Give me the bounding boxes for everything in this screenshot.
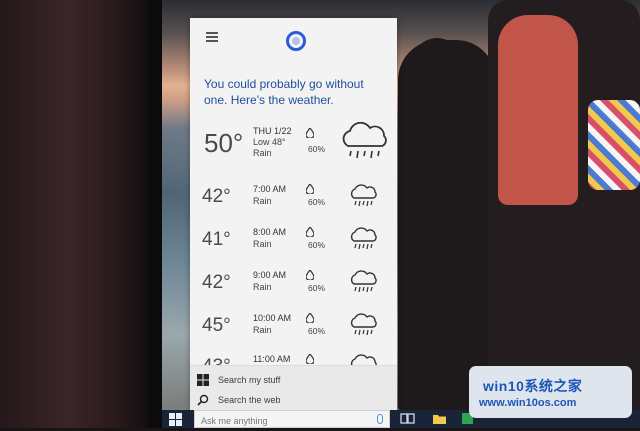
- raindrop-icon: [306, 184, 314, 194]
- microphone-icon[interactable]: [377, 414, 383, 424]
- raindrop-icon: [306, 270, 314, 280]
- hour-temp: 42°: [202, 272, 231, 293]
- weather-hour-row[interactable]: 42° 9:00 AM Rain 60%: [190, 268, 397, 308]
- rain-cloud-icon: [342, 122, 387, 159]
- hour-condition: Rain: [253, 282, 272, 292]
- hour-precip: 60%: [308, 197, 326, 207]
- screen-edge: [148, 0, 162, 428]
- hour-time: 7:00 AM: [253, 184, 287, 194]
- hour-precip: 60%: [308, 240, 326, 250]
- weather-hour-row[interactable]: 41° 8:00 AM Rain 60%: [190, 225, 397, 265]
- hour-condition: Rain: [253, 239, 272, 249]
- hour-temp: 41°: [202, 229, 231, 250]
- cortana-search-scope: Search my stuff Search the web: [190, 365, 397, 412]
- rain-cloud-icon: [350, 227, 377, 250]
- rain-cloud-icon: [350, 184, 377, 207]
- rain-cloud-icon: [350, 270, 377, 293]
- hour-precip: 60%: [308, 283, 326, 293]
- hour-condition: Rain: [253, 325, 272, 335]
- hour-time: 8:00 AM: [253, 227, 287, 237]
- search-my-stuff-button[interactable]: Search my stuff: [197, 371, 392, 389]
- search-web-label: Search the web: [218, 395, 281, 405]
- watermark-url: www.win10os.com: [479, 397, 577, 409]
- wallpaper-floral-dress: [588, 100, 640, 190]
- search-web-button[interactable]: Search the web: [197, 391, 392, 409]
- site-watermark: win10系统之家 www.win10os.com: [469, 366, 632, 418]
- hamburger-menu-icon[interactable]: [206, 32, 218, 42]
- cortana-logo-icon: [286, 31, 306, 51]
- hour-time: 11:00 AM: [253, 354, 291, 364]
- hour-condition: Rain: [253, 196, 272, 206]
- today-precip: 60%: [308, 144, 326, 154]
- hour-time: 10:00 AM: [253, 313, 292, 323]
- raindrop-icon: [306, 227, 314, 237]
- weather-hour-row[interactable]: 42° 7:00 AM Rain 60%: [190, 182, 397, 222]
- wallpaper-red-shirt: [498, 15, 578, 205]
- rain-cloud-icon: [350, 313, 377, 336]
- today-condition: Rain: [253, 148, 272, 158]
- hour-precip: 60%: [308, 326, 326, 336]
- hour-temp: 45°: [202, 315, 231, 336]
- weather-hour-row[interactable]: 45° 10:00 AM Rain 60%: [190, 311, 397, 351]
- weather-today-row[interactable]: 50° THU 1/22 Low 48° Rain 60%: [190, 122, 397, 166]
- windows-logo-icon: [197, 374, 209, 386]
- cortana-headline: You could probably go without one. Here'…: [204, 77, 364, 107]
- taskbar-search-box[interactable]: [194, 410, 390, 429]
- today-low: Low 48°: [253, 137, 286, 147]
- watermark-title: win10系统之家: [483, 378, 583, 394]
- hour-time: 9:00 AM: [253, 270, 287, 280]
- task-view-icon[interactable]: [400, 411, 415, 426]
- raindrop-icon: [306, 128, 314, 138]
- search-input[interactable]: [199, 413, 363, 429]
- file-explorer-icon[interactable]: [432, 411, 447, 426]
- monitor-bezel: [0, 0, 150, 428]
- today-day: THU 1/22: [253, 126, 292, 136]
- cortana-panel: You could probably go without one. Here'…: [190, 18, 397, 412]
- search-my-stuff-label: Search my stuff: [218, 375, 281, 385]
- hour-temp: 42°: [202, 186, 231, 207]
- today-temp: 50°: [204, 128, 244, 158]
- wallpaper-boy-head: [408, 38, 466, 108]
- raindrop-icon: [306, 313, 314, 323]
- start-button[interactable]: [165, 411, 187, 428]
- raindrop-icon: [306, 354, 314, 364]
- search-icon: [197, 394, 209, 406]
